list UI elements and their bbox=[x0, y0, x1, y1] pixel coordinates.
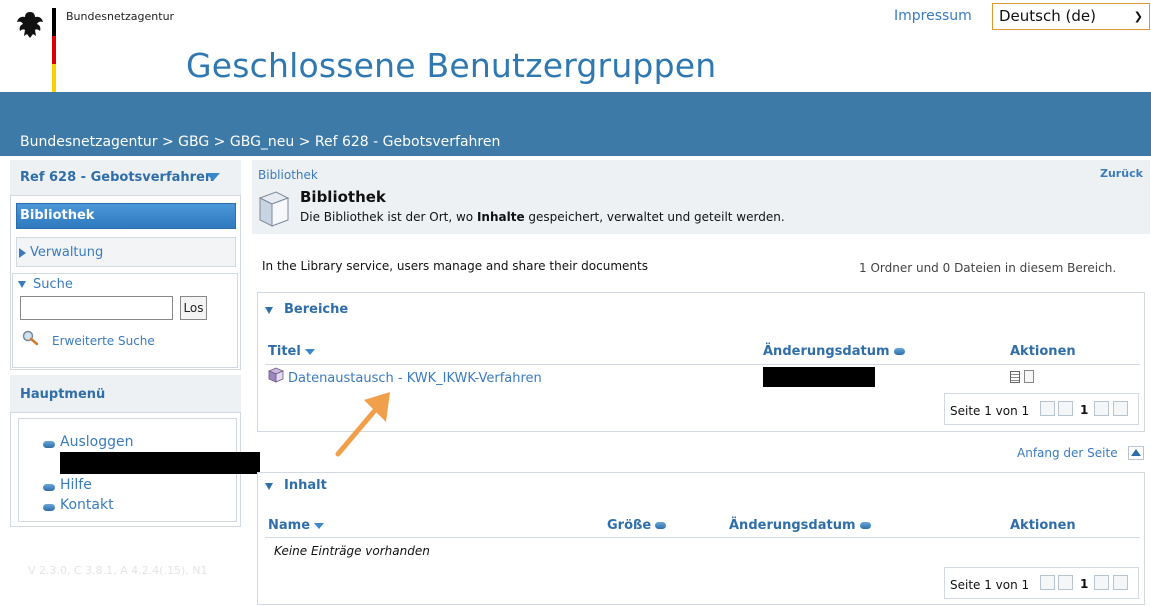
column-header-size[interactable]: Größe bbox=[607, 518, 667, 533]
menu-item-help[interactable]: Hilfe bbox=[60, 477, 92, 493]
main-breadcrumb[interactable]: Bibliothek bbox=[258, 168, 318, 182]
bullet-icon bbox=[43, 504, 55, 511]
main-menu-title: Hauptmenü bbox=[20, 387, 106, 402]
column-header-name[interactable]: Name bbox=[268, 518, 325, 533]
bullet-icon bbox=[43, 484, 55, 491]
column-header-title[interactable]: Titel bbox=[268, 344, 315, 359]
nav-item-bibliothek-label[interactable]: Bibliothek bbox=[20, 208, 94, 223]
pager-current-page: 1 bbox=[1080, 577, 1089, 591]
prev-page-icon[interactable] bbox=[1058, 401, 1073, 416]
pager-current-page: 1 bbox=[1080, 403, 1089, 417]
site-title: Geschlossene Benutzergruppen bbox=[186, 46, 717, 85]
sort-icon bbox=[859, 522, 871, 529]
folder-icon bbox=[267, 367, 285, 383]
federal-eagle-logo bbox=[17, 12, 43, 38]
sort-icon bbox=[304, 348, 315, 355]
column-header-actions: Aktionen bbox=[1010, 344, 1076, 359]
bullet-icon bbox=[43, 441, 55, 448]
divider bbox=[265, 364, 1140, 365]
prev-page-icon[interactable] bbox=[1058, 575, 1073, 590]
pager-text: Seite 1 von 1 bbox=[950, 578, 1030, 592]
back-link[interactable]: Zurück bbox=[1100, 167, 1143, 180]
sort-icon bbox=[314, 522, 325, 529]
annotation-arrow-icon bbox=[335, 392, 390, 457]
collapse-triangle-icon[interactable] bbox=[18, 281, 26, 288]
pager-text: Seite 1 von 1 bbox=[950, 404, 1030, 418]
expand-arrow-icon bbox=[19, 248, 26, 258]
page-description: Die Bibliothek ist der Ort, wo Inhalte g… bbox=[300, 210, 785, 224]
last-page-icon[interactable] bbox=[1113, 401, 1128, 416]
language-select[interactable]: Deutsch (de) ❯ bbox=[992, 3, 1150, 30]
content-title[interactable]: Inhalt bbox=[284, 478, 327, 493]
column-header-modified[interactable]: Änderungsdatum bbox=[763, 344, 905, 359]
breadcrumb[interactable]: Bundesnetzagentur > GBG > GBG_neu > Ref … bbox=[20, 134, 500, 150]
search-label[interactable]: Suche bbox=[33, 277, 73, 292]
menu-item-logout[interactable]: Ausloggen bbox=[60, 434, 133, 450]
divider bbox=[265, 537, 1140, 538]
library-book-icon bbox=[258, 191, 290, 227]
redaction-bar bbox=[763, 367, 875, 387]
language-select-value: Deutsch (de) bbox=[999, 7, 1096, 25]
version-info: V 2.3.0, C 3.8.1, A 4.2.4(.15), N1 bbox=[28, 564, 208, 577]
sort-icon bbox=[655, 522, 667, 529]
advanced-search-link[interactable]: Erweiterte Suche bbox=[52, 334, 155, 348]
up-arrow-icon bbox=[1131, 449, 1141, 456]
properties-icon[interactable] bbox=[1010, 371, 1020, 383]
item-count: 1 Ordner und 0 Dateien in diesem Bereich… bbox=[859, 261, 1117, 275]
next-page-icon[interactable] bbox=[1094, 401, 1109, 416]
dropdown-triangle-icon[interactable] bbox=[206, 173, 220, 181]
folder-link[interactable]: Datenaustausch - KWK_IKWK-Verfahren bbox=[288, 371, 542, 386]
menu-item-contact[interactable]: Kontakt bbox=[60, 497, 114, 513]
column-header-actions: Aktionen bbox=[1010, 518, 1076, 533]
service-description: In the Library service, users manage and… bbox=[262, 259, 648, 273]
first-page-icon[interactable] bbox=[1040, 575, 1055, 590]
redaction-bar bbox=[60, 452, 260, 474]
chevron-down-icon: ❯ bbox=[1133, 10, 1143, 23]
page-title: Bibliothek bbox=[300, 188, 386, 206]
sort-icon bbox=[893, 348, 905, 355]
collapse-triangle-icon[interactable] bbox=[265, 483, 273, 490]
search-button[interactable]: Los bbox=[180, 296, 207, 320]
first-page-icon[interactable] bbox=[1040, 401, 1055, 416]
last-page-icon[interactable] bbox=[1113, 575, 1128, 590]
areas-title[interactable]: Bereiche bbox=[284, 302, 348, 317]
collapse-triangle-icon[interactable] bbox=[265, 307, 273, 314]
sidebar-section-title[interactable]: Ref 628 - Gebotsverfahren bbox=[20, 170, 214, 185]
copy-icon[interactable] bbox=[1024, 370, 1034, 383]
column-header-modified[interactable]: Änderungsdatum bbox=[729, 518, 871, 533]
next-page-icon[interactable] bbox=[1094, 575, 1109, 590]
empty-message: Keine Einträge vorhanden bbox=[274, 544, 430, 558]
back-to-top-link[interactable]: Anfang der Seite bbox=[1017, 446, 1118, 460]
impressum-link[interactable]: Impressum bbox=[894, 8, 972, 24]
nav-item-verwaltung-label[interactable]: Verwaltung bbox=[30, 245, 103, 260]
org-name: Bundesnetzagentur bbox=[66, 10, 175, 23]
search-input[interactable] bbox=[20, 296, 173, 320]
german-flag-stripe bbox=[52, 8, 56, 92]
magnifier-icon bbox=[22, 330, 39, 346]
